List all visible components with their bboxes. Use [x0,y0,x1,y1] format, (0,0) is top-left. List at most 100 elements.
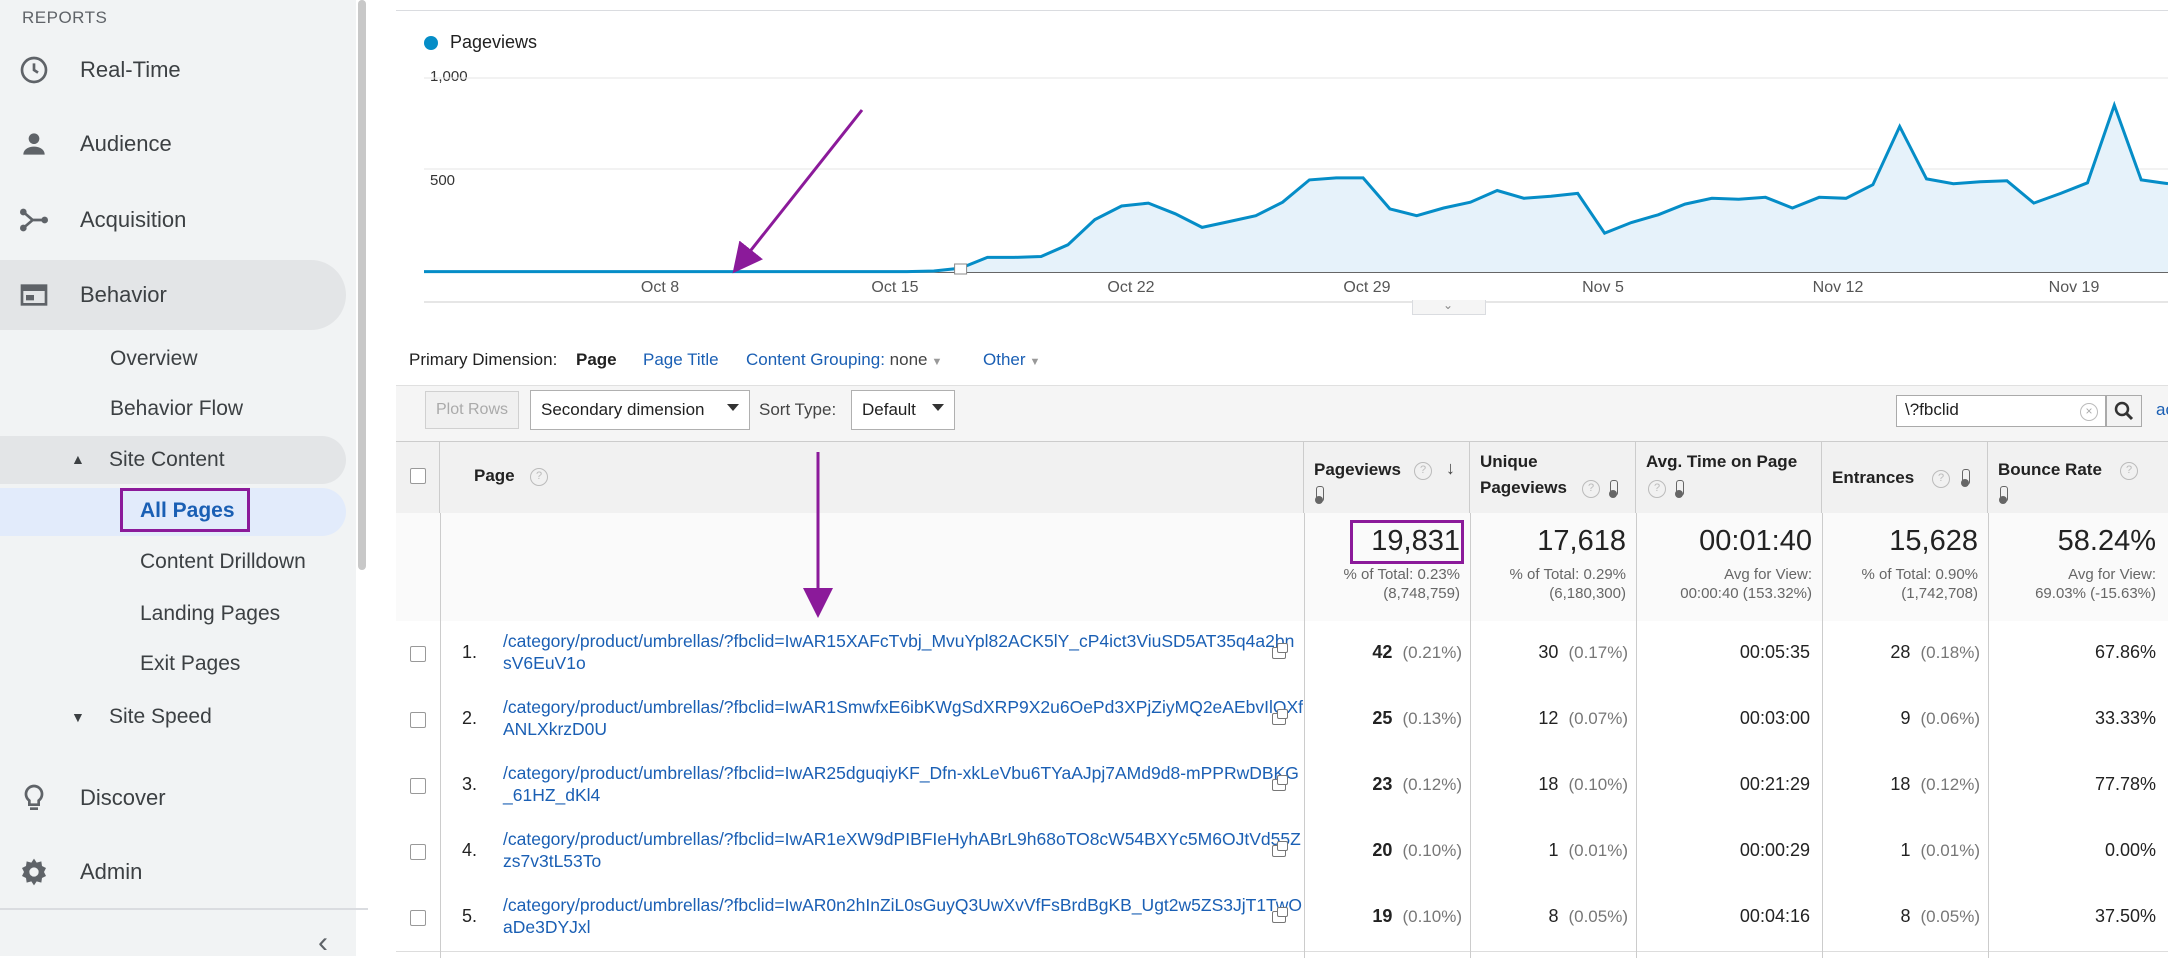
external-link-icon[interactable] [1272,643,1288,659]
chevron-down-icon: ▼ [1029,356,1041,368]
external-link-icon[interactable] [1272,841,1288,857]
weighted-sort-icon[interactable] [1675,480,1684,498]
other-label: Other [983,350,1026,369]
weighted-sort-icon[interactable] [1999,486,2008,504]
weighted-sort-icon[interactable] [1315,486,1324,504]
total-entrances-base: (1,742,708) [1901,585,1978,602]
primary-dimension-page[interactable]: Page [576,350,617,370]
primary-dimension-other[interactable]: Other ▼ [983,350,1040,370]
column-divider [1304,513,1305,958]
help-icon[interactable]: ? [1648,480,1666,498]
entrances-cell: 1 (0.01%) [1822,840,1980,861]
sidebar-item-exit-pages[interactable]: Exit Pages [140,652,240,676]
nav-admin[interactable]: Admin [0,838,346,906]
unique-pageviews-value: 1 [1548,840,1559,860]
x-tick-label: Oct 29 [1343,279,1391,296]
help-icon[interactable]: ? [1414,462,1432,480]
gear-icon [22,858,46,886]
row-checkbox[interactable] [410,712,426,728]
row-checkbox[interactable] [410,778,426,794]
external-link-icon[interactable] [1272,709,1288,725]
advanced-filter-link[interactable]: ac [2156,400,2168,420]
nav-real-time[interactable]: Real-Time [0,36,346,104]
table-filter-input[interactable]: \?fbclid [1896,395,2106,427]
sort-type-dropdown[interactable]: Default [851,390,955,430]
legend-label: Pageviews [450,32,538,52]
sort-type-value: Default [862,400,916,419]
row-number: 2. [462,708,478,728]
nav-label: Acquisition [80,207,187,232]
primary-dimension-label: Primary Dimension: [409,350,558,369]
table-row: 3. /category/product/umbrellas/?fbclid=Iw… [396,753,2168,820]
primary-dimension-page-title[interactable]: Page Title [643,350,719,370]
sidebar-item-overview[interactable]: Overview [110,347,198,371]
sort-desc-arrow-icon[interactable]: ↓ [1446,458,1455,479]
total-bounce-label: Avg for View: [2068,566,2156,583]
header-entrances[interactable]: Entrances ? [1822,442,1988,514]
sidebar-item-content-drilldown[interactable]: Content Drilldown [140,550,306,574]
sidebar-item-site-content[interactable]: Site Content [109,448,225,472]
plot-rows-button[interactable]: Plot Rows [425,391,519,429]
help-icon[interactable]: ? [530,468,548,486]
help-icon[interactable]: ? [2120,462,2138,480]
legend-dot-icon [424,35,438,50]
nav-acquisition[interactable]: Acquisition [0,186,346,254]
help-icon[interactable]: ? [1932,470,1950,488]
search-button[interactable] [2106,395,2142,427]
page-link[interactable]: /category/product/umbrellas/?fbclid=IwAR… [503,696,1303,740]
external-link-icon[interactable] [1272,907,1288,923]
pageviews-pct: (0.21%) [1402,643,1462,662]
help-icon[interactable]: ? [1582,480,1600,498]
weighted-sort-icon[interactable] [1609,480,1618,498]
weighted-sort-icon[interactable] [1961,469,1970,487]
total-pageviews-base: (8,748,759) [1383,585,1460,602]
pageviews-chart [424,77,2168,303]
x-tick-label: Oct 8 [640,279,680,296]
sidebar-item-landing-pages[interactable]: Landing Pages [140,602,280,626]
primary-dimension-content-grouping[interactable]: Content Grouping: none ▼ [746,350,942,370]
chevron-down-icon [932,404,944,411]
header-avg-time[interactable]: Avg. Time on Page ? [1636,442,1822,514]
nav-discover[interactable]: Discover [0,764,346,832]
page-link[interactable]: /category/product/umbrellas/?fbclid=IwAR… [503,762,1303,806]
nav-behavior[interactable]: Behavior [0,260,346,330]
row-checkbox[interactable] [410,646,426,662]
header-avg-time-label: Avg. Time on Page [1646,452,1798,471]
sidebar-item-site-speed[interactable]: Site Speed [109,705,212,729]
entrances-pct: (0.06%) [1920,709,1980,728]
total-bounce-rate: 58.24% [2057,525,2156,557]
page-link[interactable]: /category/product/umbrellas/?fbclid=IwAR… [503,894,1303,938]
table-row: 4. /category/product/umbrellas/?fbclid=Iw… [396,819,2168,886]
sidebar-item-behavior-flow[interactable]: Behavior Flow [110,397,243,421]
nav-audience[interactable]: Audience [0,110,346,178]
row-checkbox[interactable] [410,910,426,926]
page-link[interactable]: /category/product/umbrellas/?fbclid=IwAR… [503,630,1303,674]
unique-pageviews-cell: 8 (0.05%) [1470,906,1628,927]
clear-search-icon[interactable]: × [2080,403,2098,421]
bounce-rate-cell: 33.33% [2094,708,2156,728]
page-link[interactable]: /category/product/umbrellas/?fbclid=IwAR… [503,828,1303,872]
clock-icon [20,56,48,84]
column-divider [1470,513,1471,958]
header-pageviews[interactable]: Pageviews ? ↓ [1304,442,1470,514]
row-number: 5. [462,906,478,926]
unique-pageviews-value: 30 [1538,642,1559,662]
pageviews-value: 42 [1372,642,1393,662]
header-unique-pageviews[interactable]: Unique Pageviews ? [1470,442,1636,514]
row-number: 1. [462,642,478,662]
secondary-dimension-dropdown[interactable]: Secondary dimension [530,390,750,430]
row-checkbox[interactable] [410,844,426,860]
highlight-box [120,488,250,532]
sidebar-scrollbar[interactable] [358,0,366,570]
external-link-icon[interactable] [1272,775,1288,791]
nav-label: Discover [80,785,166,810]
search-icon [2114,401,2134,421]
collapse-sidebar-icon[interactable]: ‹ [318,928,328,958]
select-all-checkbox[interactable] [410,468,426,484]
lightbulb-icon [24,784,44,810]
chart-resize-handle[interactable]: ⌄ [1412,298,1486,315]
header-page[interactable]: Page ? [440,442,1304,514]
entrances-pct: (0.18%) [1920,643,1980,662]
pageviews-value: 25 [1372,708,1393,728]
header-bounce-rate[interactable]: Bounce Rate ? [1988,442,2168,514]
